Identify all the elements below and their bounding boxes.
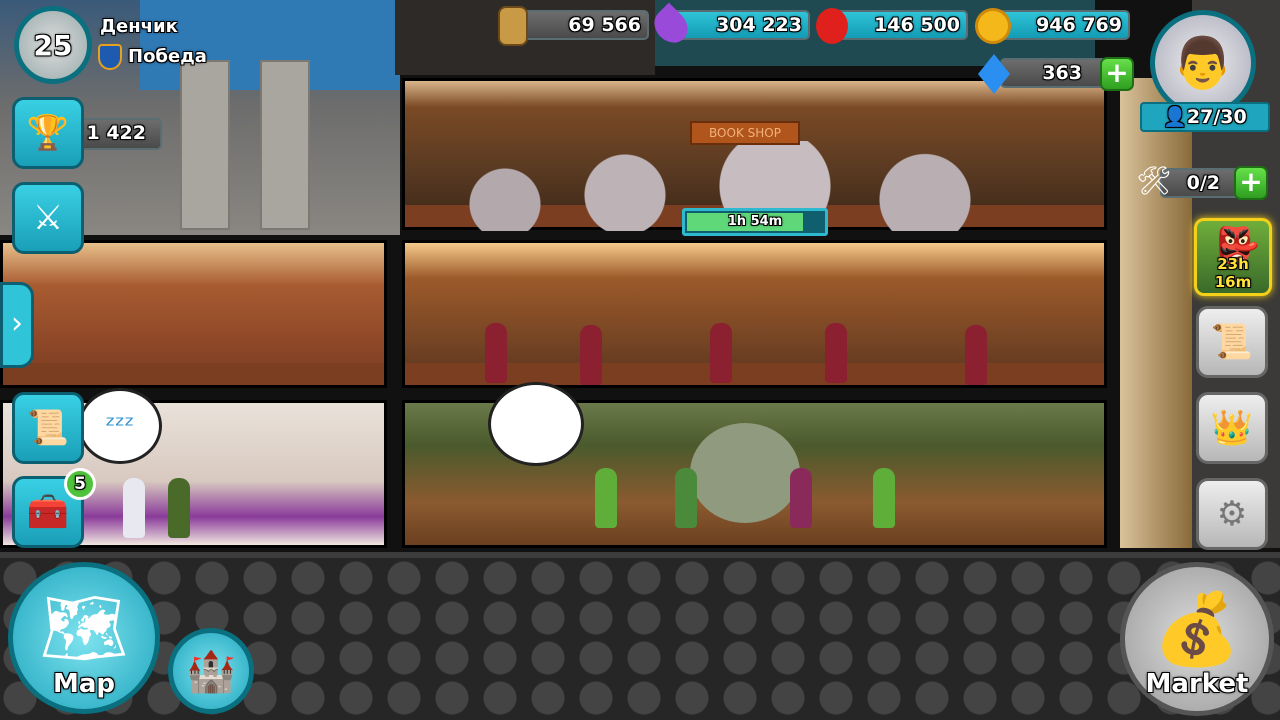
crown-button[interactable]: 👑 bbox=[1196, 392, 1268, 464]
dweller[interactable] bbox=[965, 325, 987, 385]
mana-count: 304 223 bbox=[716, 14, 802, 36]
trophy-button[interactable]: 🏆 bbox=[12, 97, 84, 169]
wood-log-icon bbox=[498, 6, 528, 46]
bored-bubble[interactable]: 😪 bbox=[488, 382, 584, 466]
gold-count: 946 769 bbox=[1036, 14, 1122, 36]
gear-icon: ⚙ bbox=[1216, 494, 1248, 534]
sleeping-bubble[interactable]: ᶻᶻᶻ bbox=[78, 388, 162, 464]
treasure-chest-icon: 🧰 bbox=[26, 492, 70, 532]
chevron-right-icon: › bbox=[11, 306, 23, 341]
guild-crest-icon[interactable] bbox=[98, 44, 122, 70]
floor bbox=[3, 363, 384, 385]
scroll-icon: 📜 bbox=[1210, 322, 1254, 362]
build-timer-bar[interactable]: 1h 54m bbox=[682, 208, 828, 236]
mana-bar[interactable]: 304 223 bbox=[672, 10, 810, 40]
gold-bar[interactable]: 946 769 bbox=[990, 10, 1130, 40]
stone-pillar bbox=[180, 60, 230, 230]
castle-view-button[interactable]: 🏰 bbox=[168, 628, 254, 714]
advisor-avatar[interactable]: 👨 bbox=[1150, 10, 1256, 116]
floor bbox=[405, 363, 1104, 385]
event-timer: 23h 16m bbox=[1214, 255, 1252, 291]
dweller[interactable] bbox=[873, 468, 895, 528]
castle-icon: 🏰 bbox=[186, 648, 236, 695]
yawning-face-icon: 😪 bbox=[515, 401, 557, 447]
guild-name[interactable]: Победа bbox=[128, 46, 207, 67]
population-ribbon[interactable]: 👤27/30 bbox=[1140, 102, 1270, 132]
food-count: 146 500 bbox=[874, 14, 960, 36]
food-bar[interactable]: 146 500 bbox=[832, 10, 968, 40]
dweller[interactable] bbox=[485, 323, 507, 383]
apple-icon bbox=[816, 8, 848, 44]
wood-count: 69 566 bbox=[568, 14, 641, 36]
dweller[interactable] bbox=[595, 468, 617, 528]
player-name[interactable]: Денчик bbox=[100, 16, 178, 37]
scroll-book-icon: 📜 bbox=[26, 408, 70, 448]
bookshop-sign: BOOK SHOP bbox=[690, 121, 800, 145]
chest-count-badge: 5 bbox=[64, 468, 96, 500]
buy-gems-button[interactable]: + bbox=[1100, 57, 1134, 91]
stone-pillar bbox=[260, 60, 310, 230]
trophy-icon: 🏆 bbox=[26, 113, 70, 153]
build-timer-label: 1h 54m bbox=[727, 214, 783, 229]
dweller[interactable] bbox=[168, 478, 190, 538]
expand-arrow-button[interactable]: › bbox=[0, 282, 34, 368]
crown-icon: 👑 bbox=[1210, 408, 1254, 448]
wood-bar[interactable]: 69 566 bbox=[515, 10, 649, 40]
battle-button[interactable]: ⚔ bbox=[12, 182, 84, 254]
trophy-count: 1 422 bbox=[86, 122, 147, 144]
dweller[interactable] bbox=[675, 468, 697, 528]
dweller[interactable] bbox=[580, 325, 602, 385]
trophy-bar: 1 422 bbox=[72, 118, 162, 150]
population-count: 27/30 bbox=[1186, 106, 1247, 128]
map-label: Map bbox=[52, 669, 116, 699]
gems-count: 363 bbox=[1042, 62, 1082, 84]
map-button[interactable]: 🗺 Map bbox=[8, 562, 160, 714]
gold-coin-icon bbox=[975, 8, 1011, 44]
market-label: Market bbox=[1145, 669, 1249, 699]
treasure-map-icon: 🗺 bbox=[39, 586, 129, 669]
person-icon: 👤 bbox=[1163, 106, 1187, 128]
dweller[interactable] bbox=[123, 478, 145, 538]
room-bank[interactable] bbox=[402, 240, 1107, 388]
settings-button[interactable]: ⚙ bbox=[1196, 478, 1268, 550]
event-goblin-button[interactable]: 👺 23h 16m bbox=[1194, 218, 1272, 296]
plus-icon: + bbox=[1239, 165, 1263, 198]
advisor-face-icon: 👨 bbox=[1171, 33, 1235, 92]
quests-button[interactable]: 📜 bbox=[12, 392, 84, 464]
dweller[interactable] bbox=[790, 468, 812, 528]
player-level: 25 bbox=[33, 28, 73, 62]
castle-level-badge[interactable]: 25 bbox=[14, 6, 92, 84]
globe bbox=[690, 423, 800, 523]
crossed-swords-shield-icon: ⚔ bbox=[32, 198, 64, 238]
money-bag-icon: 💰 bbox=[1153, 587, 1241, 670]
room-treasury[interactable] bbox=[0, 240, 387, 388]
elevator-shaft bbox=[1120, 78, 1192, 548]
plus-icon: + bbox=[1105, 56, 1129, 89]
builders-count: 0/2 bbox=[1186, 172, 1220, 194]
dweller[interactable] bbox=[825, 323, 847, 383]
buy-builder-button[interactable]: + bbox=[1234, 166, 1268, 200]
dweller[interactable] bbox=[710, 323, 732, 383]
scroll-button[interactable]: 📜 bbox=[1196, 306, 1268, 378]
market-button[interactable]: 💰 Market bbox=[1120, 562, 1274, 716]
hammer-wrench-icon: 🛠 bbox=[1136, 164, 1172, 197]
zzz-icon: ᶻᶻᶻ bbox=[105, 411, 135, 441]
gems-bar[interactable]: 363 bbox=[1000, 58, 1108, 88]
